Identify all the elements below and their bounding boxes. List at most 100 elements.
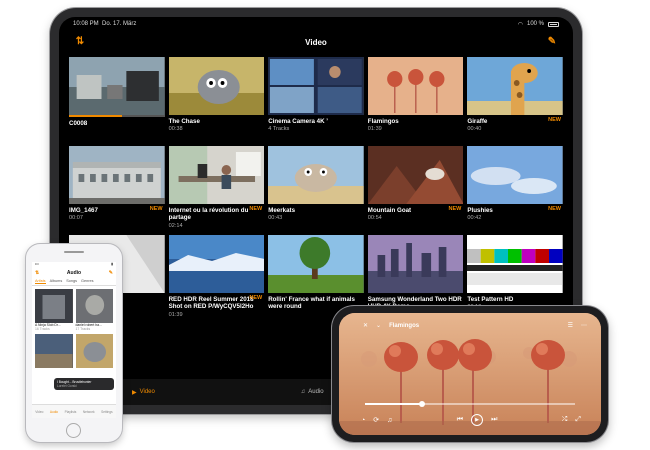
music-icon: ♫ <box>300 389 306 395</box>
tab-video[interactable]: ▶ Video <box>132 389 155 396</box>
subtitles-icon[interactable]: ◔ <box>361 417 365 424</box>
player-top-bar: ✕ ⌄ Flamingos ☰ ⋯ <box>363 322 587 330</box>
album-item[interactable]: daniel robert ha... 17 Tracks <box>75 289 113 331</box>
album-artwork <box>75 289 113 323</box>
video-player: ✕ ⌄ Flamingos ☰ ⋯ ◔ ⟳ ♫ ⏮ ▶ ⏭ ⤮ ⤢ <box>339 313 601 435</box>
page-title: Video <box>305 37 327 47</box>
video-subtitle: 00:43 <box>268 215 283 222</box>
iphone-landscape-device: ✕ ⌄ Flamingos ☰ ⋯ ◔ ⟳ ♫ ⏮ ▶ ⏭ ⤮ ⤢ <box>332 306 608 442</box>
video-subtitle: 00:40 <box>467 126 482 133</box>
page-title: Audio <box>66 270 82 276</box>
video-tile[interactable]: Giraffe 00:40 NEW <box>467 57 563 140</box>
video-tile[interactable]: Mountain Goat 00:54 NEW <box>367 146 464 229</box>
video-thumbnail <box>69 57 165 115</box>
sort-icon[interactable]: ⇅ <box>73 35 87 49</box>
more-icon[interactable]: ⋯ <box>581 322 587 329</box>
video-tile[interactable]: Plushies 00:42 NEW <box>467 146 563 229</box>
seek-progress <box>365 403 422 405</box>
wifi-icon: ◠ <box>517 21 523 28</box>
player-controls: ◔ ⟳ ♫ ⏮ ▶ ⏭ ⤮ ⤢ <box>361 414 581 426</box>
album-item[interactable] <box>35 334 73 368</box>
video-thumbnail <box>367 146 464 204</box>
video-subtitle: 01:39 <box>168 311 183 318</box>
segment-artists[interactable]: Artists <box>35 279 46 284</box>
seek-bar[interactable] <box>365 401 575 407</box>
fullscreen-icon[interactable]: ⤢ <box>575 416 581 424</box>
video-tile[interactable]: Meerkats 00:43 <box>268 146 364 229</box>
video-thumbnail <box>268 235 364 293</box>
new-badge: NEW <box>448 206 462 212</box>
album-grid: A Ninja Slob Dr... 16 Tracks daniel robert… <box>32 286 116 371</box>
video-thumbnail <box>168 235 265 293</box>
speed-icon[interactable]: ⟳ <box>373 416 379 424</box>
video-tile[interactable]: C0008 <box>69 57 165 140</box>
video-thumbnail <box>268 57 364 115</box>
video-title: Flamingos <box>389 322 420 329</box>
status-bar: 10:08 PM Do. 17. März ◠ 100 % <box>59 17 573 31</box>
nav-bar: ⇅ Audio ✎ <box>32 268 116 278</box>
segment-genres[interactable]: Genres <box>81 279 93 284</box>
play-button[interactable]: ▶ <box>471 414 484 426</box>
iphone-small-device: ••• ▮ ⇅ Audio ✎ Artists Albums Songs Genres … <box>26 244 122 442</box>
tab-label: Audio <box>308 389 324 395</box>
album-subtitle: 16 Tracks <box>35 327 50 331</box>
video-title: The Chase <box>168 118 200 125</box>
seek-knob[interactable] <box>418 401 425 407</box>
album-artwork <box>75 334 113 368</box>
video-tile[interactable]: Flamingos 01:39 <box>367 57 464 140</box>
video-thumbnail <box>367 235 464 293</box>
video-thumbnail <box>367 57 464 115</box>
album-item[interactable]: A Ninja Slob Dr... 16 Tracks <box>35 289 73 331</box>
video-title: Cinema Camera 4K ’ <box>268 118 329 125</box>
video-tile[interactable]: IMG_1467 00:07 NEW <box>69 146 165 229</box>
video-thumbnail <box>69 146 165 204</box>
new-badge: NEW <box>249 206 263 212</box>
segment-control: Artists Albums Songs Genres <box>32 278 116 286</box>
new-badge: NEW <box>249 295 263 301</box>
video-title: Flamingos <box>367 118 399 125</box>
segment-albums[interactable]: Albums <box>50 279 63 284</box>
tab-audio[interactable]: ♫ Audio <box>301 389 324 395</box>
album-item[interactable] <box>75 334 113 368</box>
tab-settings[interactable]: Settings <box>101 410 113 414</box>
video-thumbnail <box>168 146 265 204</box>
video-tile[interactable]: Internet ou la révolution du partage 02:1… <box>168 146 265 229</box>
video-title: Meerkats <box>268 207 296 214</box>
queue-icon[interactable]: ☰ <box>568 322 573 329</box>
edit-icon[interactable]: ✎ <box>109 270 113 276</box>
device-showcase: 10:08 PM Do. 17. März ◠ 100 % ⇅ Video ✎ C… <box>0 0 650 450</box>
iphone-small-screen: ••• ▮ ⇅ Audio ✎ Artists Albums Songs Genres … <box>32 262 116 418</box>
chevron-down-icon[interactable]: ⌄ <box>376 322 381 329</box>
video-subtitle: 00:54 <box>367 215 382 222</box>
battery-percent: 100 % <box>526 21 544 27</box>
video-thumbnail <box>467 146 563 204</box>
video-tile[interactable]: RED HDR Reel Summer 2018 Shot on RED P/W… <box>168 235 265 318</box>
shuffle-icon[interactable]: ⤮ <box>562 416 568 424</box>
new-badge: NEW <box>548 206 561 212</box>
video-thumbnail <box>168 57 265 115</box>
video-title: Test Pattern HD <box>467 296 514 303</box>
edit-icon[interactable]: ✎ <box>545 35 559 49</box>
video-subtitle: 02:14 <box>168 222 183 229</box>
sort-icon[interactable]: ⇅ <box>35 270 39 276</box>
home-button[interactable] <box>66 423 81 438</box>
video-subtitle: 4 Tracks <box>268 126 290 133</box>
tab-playlists[interactable]: Playlists <box>65 410 77 414</box>
status-date: Do. 17. März <box>102 21 137 27</box>
close-icon[interactable]: ✕ <box>363 322 368 329</box>
tab-network[interactable]: Network <box>83 410 95 414</box>
next-icon[interactable]: ⏭ <box>491 416 497 424</box>
mini-player[interactable]: I Bought... Brustlehunter Lorelei Gorski <box>54 378 114 390</box>
tab-video[interactable]: Video <box>35 410 43 414</box>
video-grid: C0008 The Chase 00:38 Cinema Camera 4K ’ 4 T… <box>69 57 563 318</box>
segment-songs[interactable]: Songs <box>66 279 77 284</box>
previous-icon[interactable]: ⏮ <box>457 416 463 424</box>
audio-tracks-icon[interactable]: ♫ <box>387 417 392 424</box>
video-thumbnail <box>268 146 364 204</box>
video-tile[interactable]: Cinema Camera 4K ’ 4 Tracks <box>268 57 364 140</box>
video-tile[interactable]: The Chase 00:38 <box>168 57 265 140</box>
tab-audio[interactable]: Audio <box>50 410 58 414</box>
album-artwork <box>35 289 73 323</box>
video-icon: ▶ <box>131 389 137 396</box>
status-time: 10:08 PM <box>73 21 99 27</box>
